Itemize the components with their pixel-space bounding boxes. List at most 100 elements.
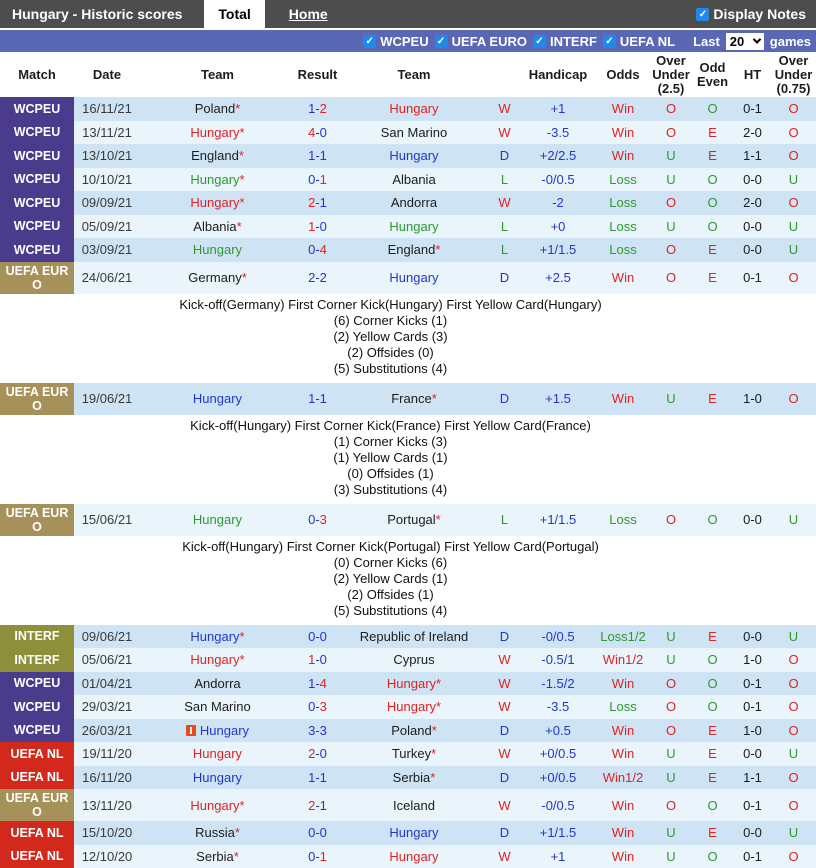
checkbox-icon[interactable]: ✓ xyxy=(603,35,616,48)
league-badge: UEFA NL xyxy=(0,766,74,790)
score-away: 4 xyxy=(320,242,327,257)
header-handicap: Handicap xyxy=(521,68,595,82)
table-row: UEFA EURO15/06/21Hungary0-3Portugal*L+1/… xyxy=(0,504,816,536)
over-under-25-value: U xyxy=(651,168,691,192)
tab-total[interactable]: Total xyxy=(204,0,264,28)
odd-even-value: O xyxy=(691,672,734,696)
team-name: Germany xyxy=(188,270,241,285)
table-row: WCPEU01/04/21Andorra1-4Hungary*W-1.5/2Wi… xyxy=(0,672,816,696)
over-under-25-value: O xyxy=(651,262,691,294)
home-star-marker: * xyxy=(234,849,239,864)
league-badge: WCPEU xyxy=(0,168,74,192)
team-name: Hungary xyxy=(389,219,438,234)
odd-even-value: O xyxy=(691,789,734,821)
handicap-value: +2/2.5 xyxy=(521,144,595,168)
table-row: WCPEU29/03/21San Marino0-3Hungary*W-3.5L… xyxy=(0,695,816,719)
over-under-075-value: U xyxy=(771,504,816,536)
last-games-select[interactable]: 20 xyxy=(726,33,764,50)
home-star-marker: * xyxy=(431,746,436,761)
league-badge: UEFA NL xyxy=(0,845,74,868)
match-date: 10/10/21 xyxy=(74,168,140,192)
score-home: 1 xyxy=(308,770,315,785)
result-letter: L xyxy=(488,504,521,536)
team-home: Russia* xyxy=(140,821,295,845)
team-away: Cyprus xyxy=(340,648,488,672)
score-home: 1 xyxy=(308,652,315,667)
half-time-score: 0-0 xyxy=(734,625,771,649)
display-notes-toggle[interactable]: ✓ Display Notes xyxy=(696,0,816,28)
display-notes-checkbox-icon[interactable]: ✓ xyxy=(696,8,709,21)
match-date: 13/11/21 xyxy=(74,121,140,145)
half-time-score: 2-0 xyxy=(734,191,771,215)
half-time-score: 0-1 xyxy=(734,97,771,121)
match-date: 05/09/21 xyxy=(74,215,140,239)
odds-result: Win xyxy=(595,789,651,821)
team-home: Hungary xyxy=(140,766,295,790)
score-away: 3 xyxy=(320,723,327,738)
over-under-075-value: O xyxy=(771,845,816,868)
odd-even-value: E xyxy=(691,625,734,649)
match-date: 15/10/20 xyxy=(74,821,140,845)
team-name: Poland xyxy=(391,723,431,738)
team-name: Poland xyxy=(195,101,235,116)
checkbox-icon[interactable]: ✓ xyxy=(363,35,376,48)
score-away: 1 xyxy=(320,849,327,864)
table-row: UEFA NL12/10/20Serbia*0-1HungaryW+1WinUO… xyxy=(0,845,816,868)
header-team2: Team xyxy=(340,68,488,82)
over-under-075-value: O xyxy=(771,191,816,215)
checkbox-icon[interactable]: ✓ xyxy=(533,35,546,48)
team-name: Cyprus xyxy=(393,652,434,667)
note-stat-line: (1) Corner Kicks (3) xyxy=(138,434,643,450)
filter-interf[interactable]: ✓INTERF xyxy=(533,34,597,49)
table-row: WCPEU16/11/21Poland*1-2HungaryW+1WinOO0-… xyxy=(0,97,816,121)
team-home: Hungary xyxy=(140,238,295,262)
full-time-score: 1-1 xyxy=(295,766,340,790)
league-badge: UEFA EURO xyxy=(0,262,74,294)
score-home: 2 xyxy=(308,798,315,813)
team-away: Hungary xyxy=(340,144,488,168)
match-date: 19/06/21 xyxy=(74,383,140,415)
league-badge: UEFA EURO xyxy=(0,504,74,536)
team-name: Hungary xyxy=(193,391,242,406)
over-under-075-value: O xyxy=(771,648,816,672)
half-time-score: 0-1 xyxy=(734,672,771,696)
note-stat-line: (2) Offsides (0) xyxy=(138,345,643,361)
team-home: Germany* xyxy=(140,262,295,294)
over-under-25-value: U xyxy=(651,742,691,766)
team-away: Hungary xyxy=(340,821,488,845)
team-away: Hungary xyxy=(340,845,488,868)
odd-even-value: E xyxy=(691,262,734,294)
match-date: 09/09/21 xyxy=(74,191,140,215)
last-label: Last xyxy=(693,34,720,49)
team-away: Hungary* xyxy=(340,672,488,696)
table-row: WCPEU03/09/21Hungary0-4England*L+1/1.5Lo… xyxy=(0,238,816,262)
result-letter: W xyxy=(488,648,521,672)
half-time-score: 0-1 xyxy=(734,695,771,719)
league-badge: WCPEU xyxy=(0,121,74,145)
match-date: 19/11/20 xyxy=(74,742,140,766)
score-away: 0 xyxy=(320,825,327,840)
over-under-25-value: O xyxy=(651,789,691,821)
table-row: UEFA NL19/11/20Hungary2-0Turkey*W+0/0.5W… xyxy=(0,742,816,766)
odds-result: Loss xyxy=(595,215,651,239)
result-letter: W xyxy=(488,191,521,215)
over-under-075-value: U xyxy=(771,168,816,192)
tab-home[interactable]: Home xyxy=(275,0,342,28)
score-home: 0 xyxy=(308,512,315,527)
half-time-score: 2-0 xyxy=(734,121,771,145)
note-header-line: Kick-off(Germany) First Corner Kick(Hung… xyxy=(138,297,643,313)
team-name: Albania xyxy=(193,219,236,234)
filter-wcpeu[interactable]: ✓WCPEU xyxy=(363,34,428,49)
handicap-value: +1/1.5 xyxy=(521,238,595,262)
filter-uefa-euro[interactable]: ✓UEFA EURO xyxy=(435,34,527,49)
team-away: Iceland xyxy=(340,789,488,821)
over-under-075-value: U xyxy=(771,742,816,766)
team-name: Hungary xyxy=(190,172,239,187)
checkbox-icon[interactable]: ✓ xyxy=(435,35,448,48)
odds-result: Win xyxy=(595,719,651,743)
half-time-score: 1-0 xyxy=(734,648,771,672)
over-under-075-value: O xyxy=(771,121,816,145)
table-row: UEFA EURO19/06/21Hungary1-1France*D+1.5W… xyxy=(0,383,816,415)
note-stat-line: (0) Corner Kicks (6) xyxy=(138,555,643,571)
filter-uefa-nl[interactable]: ✓UEFA NL xyxy=(603,34,675,49)
